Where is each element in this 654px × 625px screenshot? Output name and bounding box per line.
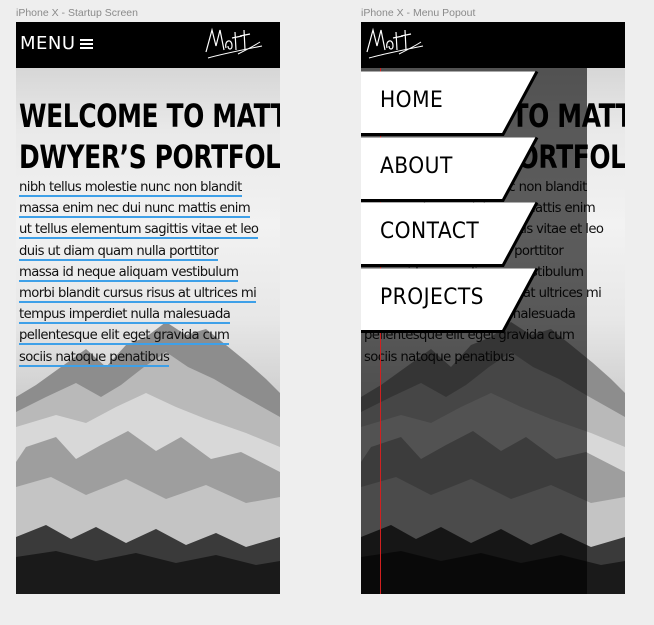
- menu-toggle-button[interactable]: MENU: [20, 33, 93, 54]
- nav-item-about[interactable]: ABOUT: [361, 136, 541, 202]
- hero-body-text: nibh tellus molestie nunc non blandit ma…: [19, 177, 280, 368]
- nav-item-projects[interactable]: PROJECTS: [361, 267, 541, 333]
- body-line[interactable]: morbi blandit cursus risus at ultrices m…: [19, 286, 257, 304]
- startup-screen: MENU WELCOME TO MATT DWYER’S PORTFOLIO n…: [16, 22, 280, 594]
- nav-item-label: PROJECTS: [380, 285, 484, 310]
- nav-item-label: ABOUT: [380, 154, 453, 179]
- signature-logo-icon[interactable]: [363, 24, 425, 64]
- top-bar: MENU: [16, 22, 280, 68]
- menu-popout-screen: WELCOME TO MATT DWYER’S PORTFOLIO nibh t…: [361, 22, 625, 594]
- nav-item-contact[interactable]: CONTACT: [361, 201, 541, 267]
- hero-title-line-2: DWYER’S PORTFOLIO: [19, 138, 280, 176]
- nav-item-label: CONTACT: [380, 219, 480, 244]
- body-line[interactable]: tempus imperdiet nulla malesuada: [19, 307, 231, 325]
- signature-logo-icon[interactable]: [202, 24, 264, 64]
- hero-title: WELCOME TO MATT DWYER’S PORTFOLIO: [19, 96, 280, 178]
- body-line[interactable]: ut tellus elementum sagittis vitae et le…: [19, 222, 259, 240]
- menu-label: MENU: [20, 33, 76, 54]
- body-line[interactable]: sociis natoque penatibus: [19, 349, 170, 367]
- body-line[interactable]: duis ut diam quam nulla porttitor: [19, 243, 219, 261]
- body-line[interactable]: pellentesque elit eget gravida cum: [19, 328, 230, 346]
- top-bar: [361, 22, 625, 68]
- nav-item-home[interactable]: HOME: [361, 70, 541, 136]
- body-line[interactable]: massa enim nec dui nunc mattis enim: [19, 201, 251, 219]
- hamburger-icon: [79, 37, 93, 51]
- body-line[interactable]: nibh tellus molestie nunc non blandit: [19, 180, 242, 197]
- nav-item-label: HOME: [380, 88, 444, 113]
- artboard-label-menu-popout: iPhone X - Menu Popout: [361, 7, 476, 19]
- hero-title-line-1: WELCOME TO MATT: [19, 97, 280, 135]
- body-line[interactable]: massa id neque aliquam vestibulum: [19, 264, 239, 282]
- artboard-label-startup: iPhone X - Startup Screen: [16, 7, 138, 19]
